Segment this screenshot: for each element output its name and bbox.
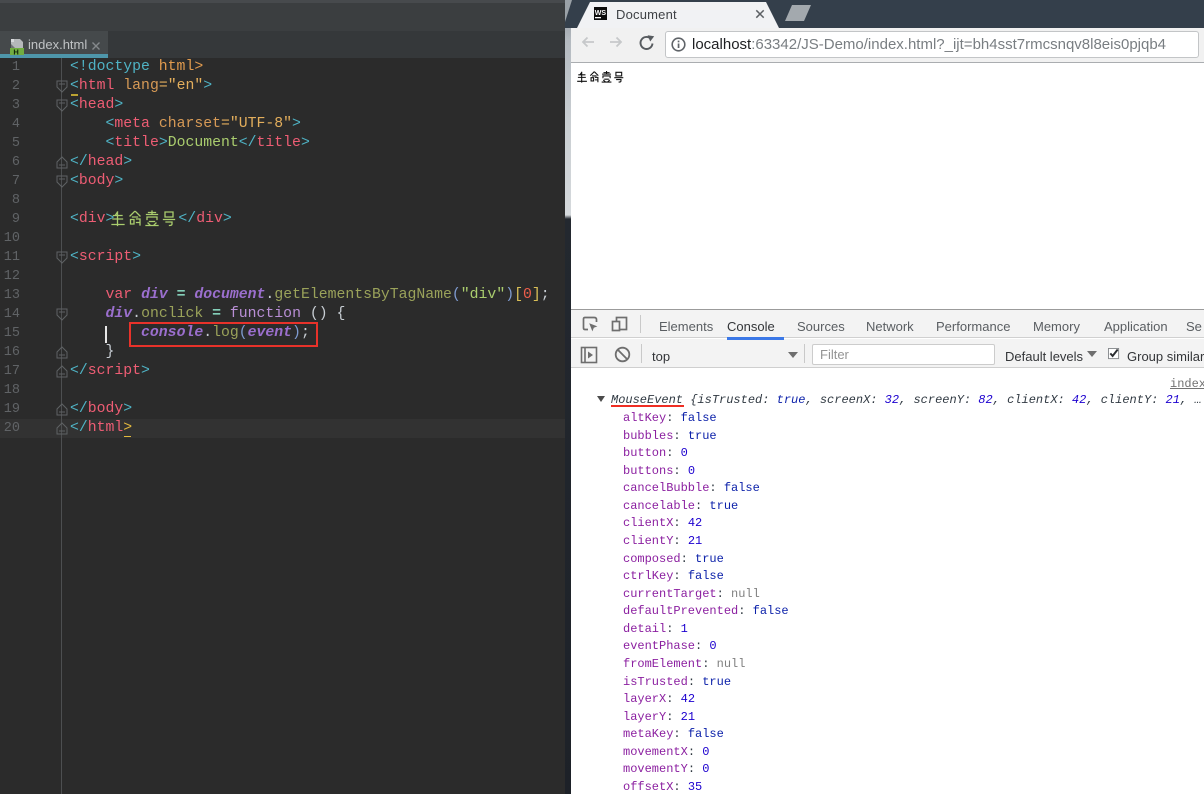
svg-text:WS: WS xyxy=(595,10,607,17)
svg-text:H: H xyxy=(13,47,18,55)
